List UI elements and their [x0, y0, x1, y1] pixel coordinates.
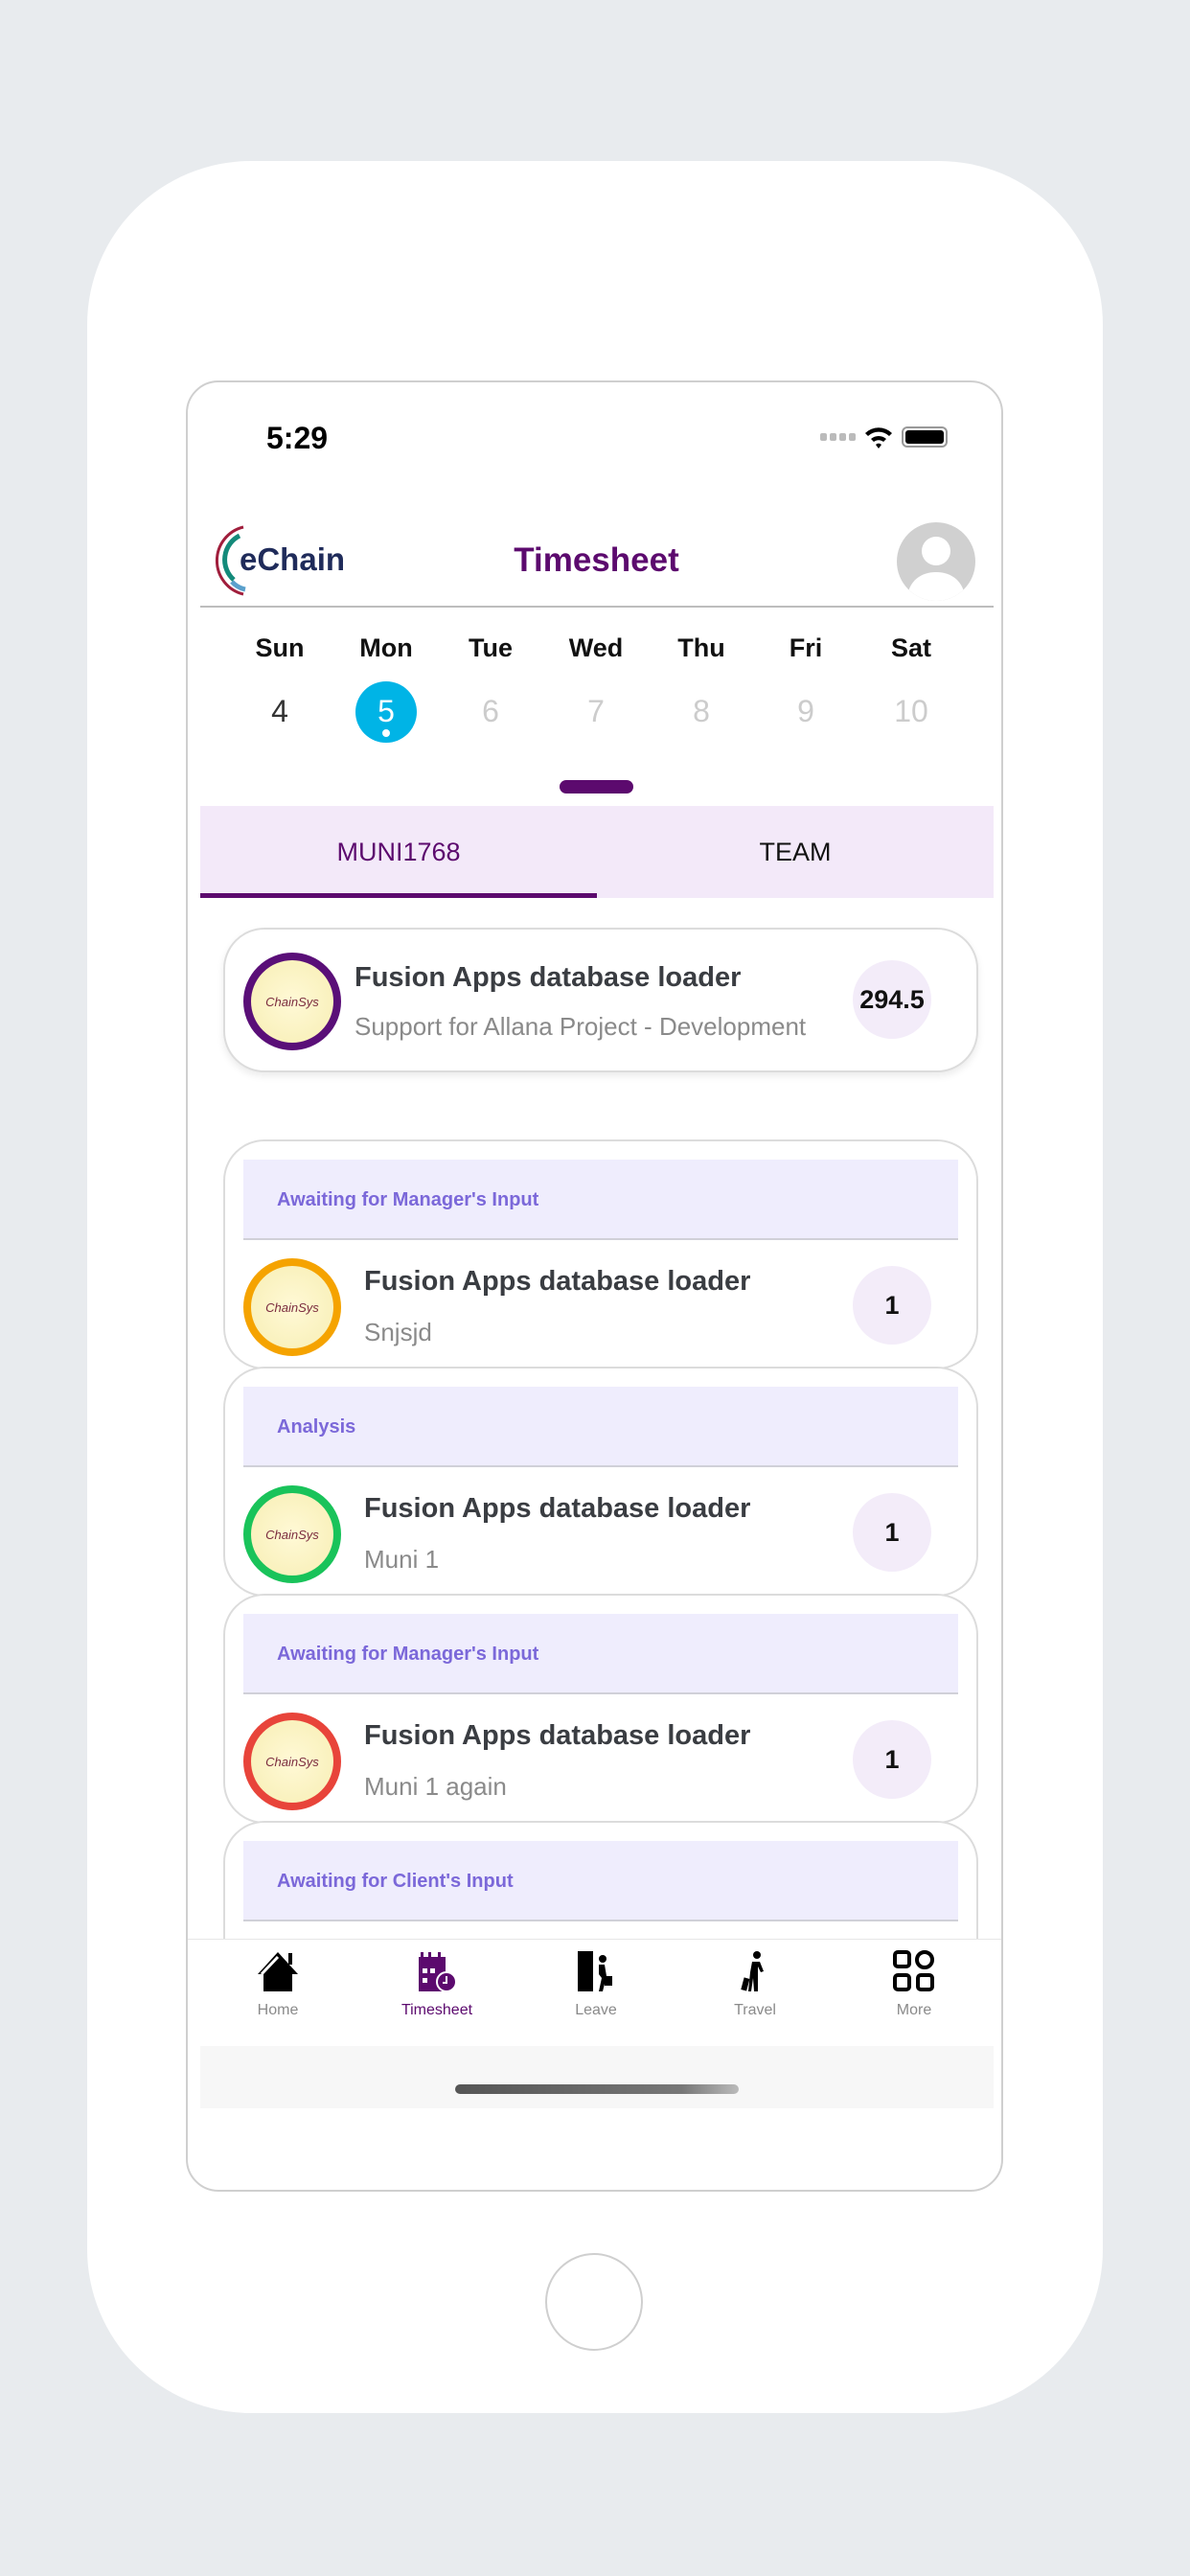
status-time: 5:29: [266, 421, 329, 455]
summary-hours-badge: 294.5: [853, 960, 931, 1039]
summary-title: Fusion Apps database loader: [355, 962, 742, 993]
day-name: Sat: [890, 633, 932, 662]
status-label: Awaiting for Client's Input: [277, 1871, 514, 1892]
tab-bar: MUNI1768 TEAM: [200, 806, 994, 898]
entry-subtitle: Muni 1 again: [364, 1772, 507, 1801]
status-band: Awaiting for Manager's Input: [243, 1160, 958, 1240]
home-button[interactable]: [545, 2253, 643, 2351]
entry-subtitle: Muni 1: [364, 1545, 440, 1574]
summary-card[interactable]: ChainSys Fusion Apps database loader Sup…: [223, 928, 978, 1072]
nav-more[interactable]: More: [847, 1949, 981, 2019]
nav-label: More: [896, 2002, 932, 2018]
status-label: Awaiting for Manager's Input: [277, 1644, 539, 1665]
home-icon: [258, 1952, 298, 1991]
summary-subtitle: Support for Allana Project - Development: [355, 1012, 807, 1041]
nav-leave[interactable]: Leave: [529, 1949, 663, 2019]
entry-title: Fusion Apps database loader: [364, 1266, 751, 1297]
status-band: Awaiting for Manager's Input: [243, 1614, 958, 1694]
status-band: Analysis: [243, 1387, 958, 1467]
tab-muni1768[interactable]: MUNI1768: [200, 806, 597, 898]
grid-icon: [893, 1950, 934, 1991]
day-name: Tue: [469, 633, 513, 662]
timesheet-entry[interactable]: Awaiting for Manager's Input ChainSys Fu…: [223, 1139, 978, 1369]
page-title: Timesheet: [514, 541, 679, 579]
status-label: Analysis: [277, 1416, 356, 1438]
day-number[interactable]: 9: [758, 694, 854, 729]
status-icons: [820, 425, 948, 449]
nav-label: Travel: [734, 2002, 776, 2018]
home-indicator-area: [200, 2046, 994, 2108]
day-name: Fri: [789, 633, 823, 662]
project-logo: ChainSys: [243, 1485, 341, 1583]
calendar-clock-icon: [419, 1952, 457, 1992]
leave-door-icon: [578, 1951, 612, 1991]
project-logo: ChainSys: [243, 953, 341, 1050]
screen: 5:29 eChain Timesheet Sun 4 Mon 5 Tue 6 Wed 7 Th…: [186, 380, 1003, 2192]
day-name: Mon: [359, 633, 413, 662]
drag-handle[interactable]: [560, 780, 633, 794]
day-number[interactable]: 6: [443, 694, 538, 729]
nav-label: Leave: [575, 2002, 617, 2018]
header-divider: [200, 606, 994, 608]
entry-title: Fusion Apps database loader: [364, 1493, 751, 1524]
hours-badge: 1: [853, 1266, 931, 1345]
day-name: Wed: [568, 633, 624, 662]
home-indicator[interactable]: [455, 2084, 739, 2094]
status-label: Awaiting for Manager's Input: [277, 1189, 539, 1210]
signal-icon: [820, 433, 856, 441]
timesheet-entry[interactable]: Analysis ChainSys Fusion Apps database l…: [223, 1367, 978, 1597]
day-name: Thu: [677, 633, 725, 662]
project-logo: ChainSys: [243, 1713, 341, 1810]
entry-subtitle: Snjsjd: [364, 1318, 432, 1346]
day-number[interactable]: 4: [232, 694, 328, 729]
entry-title: Fusion Apps database loader: [364, 1720, 751, 1751]
nav-home[interactable]: Home: [211, 1949, 345, 2019]
traveler-icon: [741, 1951, 764, 1991]
user-avatar-icon[interactable]: [897, 522, 975, 601]
day-number[interactable]: 8: [653, 694, 749, 729]
battery-icon: [902, 426, 948, 448]
nav-label: Timesheet: [400, 2002, 473, 2018]
bottom-nav: Home Timesheet Leave Travel More: [188, 1939, 1001, 2046]
hours-badge: 1: [853, 1720, 931, 1799]
day-selected[interactable]: 5: [355, 681, 417, 743]
hours-badge: 1: [853, 1493, 931, 1572]
nav-travel[interactable]: Travel: [688, 1949, 822, 2019]
project-logo: ChainSys: [243, 1258, 341, 1356]
wifi-icon: [865, 427, 892, 448]
nav-timesheet[interactable]: Timesheet: [370, 1949, 504, 2019]
timesheet-entry[interactable]: Awaiting for Manager's Input ChainSys Fu…: [223, 1594, 978, 1824]
nav-label: Home: [257, 2002, 299, 2018]
day-number[interactable]: 7: [548, 694, 644, 729]
day-name: Sun: [255, 633, 305, 662]
tab-team[interactable]: TEAM: [597, 806, 994, 898]
day-number[interactable]: 10: [863, 694, 959, 729]
status-band: Awaiting for Client's Input: [243, 1841, 958, 1921]
